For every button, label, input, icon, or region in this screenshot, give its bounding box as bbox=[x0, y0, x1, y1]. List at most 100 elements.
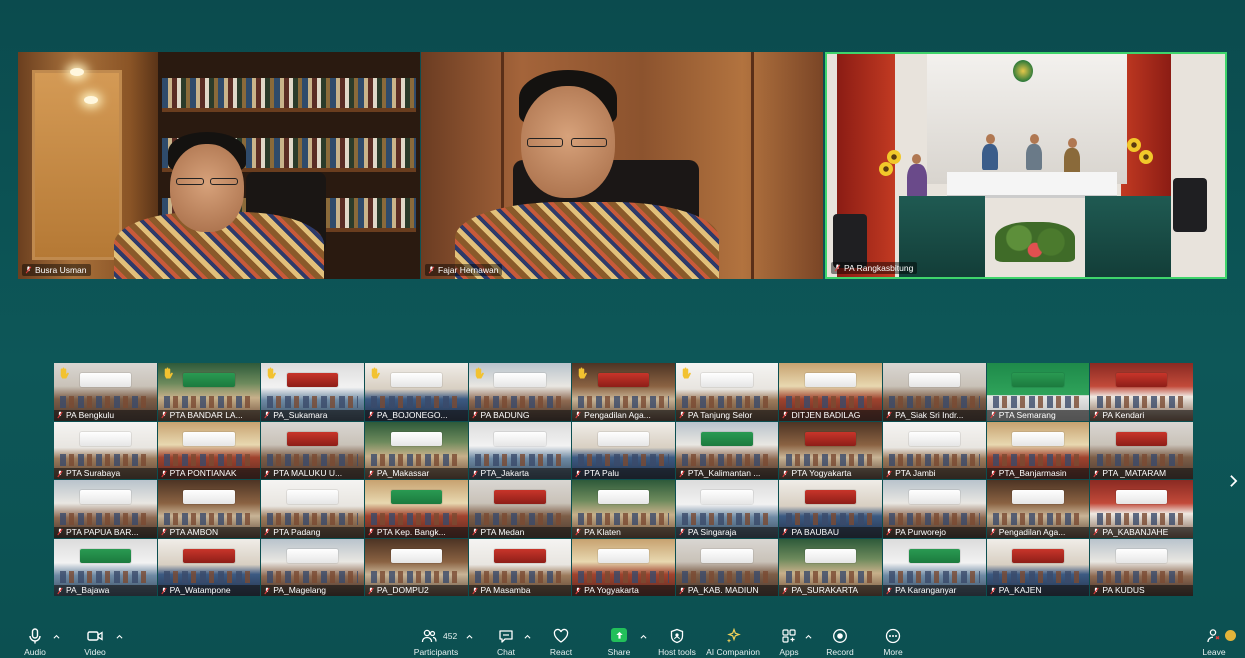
participant-tile[interactable]: PA_KABANJAHE bbox=[1090, 480, 1193, 538]
participant-tile[interactable]: PA Masamba bbox=[468, 538, 572, 596]
speaker-name-label: PA Rangkasbitung bbox=[831, 262, 918, 274]
participant-tile[interactable]: PA_Makassar bbox=[364, 421, 468, 479]
participant-tile[interactable]: PA_Watampone bbox=[157, 538, 261, 596]
tile-attendees bbox=[163, 571, 255, 583]
participant-tile[interactable]: PA Yogyakarta bbox=[572, 538, 675, 596]
participant-name: PA Kendari bbox=[1090, 409, 1193, 421]
tile-attendees bbox=[60, 454, 151, 466]
leave-icon bbox=[1207, 629, 1220, 643]
tile-attendees bbox=[163, 395, 255, 408]
participant-tile[interactable]: PTA Kep. Bangk... bbox=[364, 480, 468, 538]
participant-tile[interactable]: PA Tanjung Selor bbox=[675, 363, 779, 421]
participant-tile[interactable]: PA_DOMPU2 bbox=[364, 538, 468, 596]
tile-backdrop-banner bbox=[1012, 548, 1064, 563]
participants-button[interactable]: 452 Participants bbox=[403, 628, 469, 658]
participant-tile[interactable]: PTA BANDAR LA... bbox=[157, 363, 261, 421]
participant-tile[interactable]: PTA Padang bbox=[261, 480, 364, 538]
participant-tile[interactable]: PA Kendari bbox=[1090, 363, 1193, 421]
participant-tile[interactable]: PTA_Kalimantan ... bbox=[675, 421, 779, 479]
participant-tile[interactable]: PTA Surabaya bbox=[54, 421, 157, 479]
participant-tile[interactable]: PTA_Banjarmasin bbox=[986, 421, 1090, 479]
chat-label: Chat bbox=[497, 647, 515, 657]
participant-tile[interactable]: PA_Sukamara bbox=[261, 363, 364, 421]
participant-tile[interactable]: PA_Siak Sri Indr... bbox=[883, 363, 986, 421]
participant-tile[interactable]: PTA Medan bbox=[468, 480, 572, 538]
participant-tile[interactable]: PA KUDUS bbox=[1090, 538, 1193, 596]
host-tools-label: Host tools bbox=[658, 647, 696, 657]
tile-attendees bbox=[60, 395, 151, 408]
mic-muted-icon bbox=[264, 470, 270, 477]
participant-tile[interactable]: PTA Jambi bbox=[883, 421, 986, 479]
participant-tile[interactable]: PA_KAJEN bbox=[986, 538, 1090, 596]
participant-tile[interactable]: Pengadilan Aga... bbox=[986, 480, 1090, 538]
participant-tile[interactable]: PA_Bajawa bbox=[54, 538, 157, 596]
participant-tile[interactable]: PA_KAB. MADIUN bbox=[675, 538, 779, 596]
participant-tile[interactable]: PTA PONTIANAK bbox=[157, 421, 261, 479]
participant-tile[interactable]: PA Purworejo bbox=[883, 480, 986, 538]
video-options-caret-icon[interactable] bbox=[116, 633, 123, 640]
participant-tile[interactable]: PA Singaraja bbox=[675, 480, 779, 538]
tile-attendees bbox=[1096, 512, 1187, 525]
participant-name: PTA_Kalimantan ... bbox=[675, 468, 779, 479]
participants-options-caret-icon[interactable] bbox=[466, 633, 473, 640]
person-head bbox=[1030, 134, 1039, 144]
participant-name: Pengadilan Aga... bbox=[986, 526, 1090, 538]
more-button[interactable]: More bbox=[860, 628, 926, 658]
participant-tile[interactable]: PA Bengkulu bbox=[54, 363, 157, 421]
tile-attendees bbox=[992, 571, 1084, 583]
participant-tile[interactable]: PA Karanganyar bbox=[883, 538, 986, 596]
participant-tile[interactable]: PA Klaten bbox=[572, 480, 675, 538]
share-screen-icon bbox=[611, 628, 627, 642]
participants-count: 452 bbox=[443, 631, 458, 641]
tile-backdrop-banner bbox=[908, 373, 961, 387]
participant-tile[interactable]: PTA Palu bbox=[572, 421, 675, 479]
mic-muted-icon bbox=[57, 587, 63, 594]
ai-companion-label: AI Companion bbox=[706, 647, 760, 657]
participant-tile[interactable]: PA_SURAKARTA bbox=[779, 538, 883, 596]
person-head bbox=[1068, 138, 1077, 148]
participant-tile[interactable]: PTA Semarang bbox=[986, 363, 1090, 421]
participant-name: PTA BANDAR LA... bbox=[157, 409, 261, 421]
participant-name: PA_KAJEN bbox=[986, 585, 1090, 596]
mic-muted-icon bbox=[886, 411, 892, 419]
tile-attendees bbox=[992, 395, 1084, 408]
tile-backdrop-banner bbox=[908, 431, 961, 446]
participant-name: PTA Yogyakarta bbox=[779, 468, 883, 479]
tile-backdrop-banner bbox=[286, 490, 339, 504]
video-tile-busra-usman[interactable]: Busra Usman bbox=[18, 52, 420, 279]
participant-tile[interactable]: PA_BOJONEGO... bbox=[364, 363, 468, 421]
participant-tile[interactable]: Pengadilan Aga... bbox=[572, 363, 675, 421]
sunflower-icon bbox=[1127, 138, 1141, 152]
participant-tile[interactable]: PTA Yogyakarta bbox=[779, 421, 883, 479]
tile-attendees bbox=[267, 571, 358, 583]
meeting-toolbar: Audio Video 452 Participants Chat React bbox=[0, 622, 1245, 658]
tile-backdrop-banner bbox=[805, 431, 857, 446]
tile-attendees bbox=[889, 571, 980, 583]
mic-muted-icon bbox=[886, 528, 892, 536]
video-tile-pa-rangkasbitung[interactable]: PA Rangkasbitung bbox=[825, 52, 1227, 279]
mic-muted-icon bbox=[990, 528, 996, 536]
react-button[interactable]: React bbox=[528, 628, 594, 658]
heart-icon bbox=[553, 628, 569, 643]
scene-book-row bbox=[162, 78, 416, 112]
participant-tile[interactable]: PTA AMBON bbox=[157, 480, 261, 538]
participant-tile[interactable]: PTA_Jakarta bbox=[468, 421, 572, 479]
participant-tile[interactable]: PTA _MATARAM bbox=[1090, 421, 1193, 479]
participant-tile[interactable]: PA BADUNG bbox=[468, 363, 572, 421]
participant-name: PTA_Banjarmasin bbox=[986, 468, 1090, 479]
participant-name: PTA PONTIANAK bbox=[157, 468, 261, 479]
mic-muted-icon bbox=[834, 264, 841, 272]
tile-backdrop-banner bbox=[79, 373, 131, 387]
participant-tile[interactable]: DITJEN BADILAG bbox=[779, 363, 883, 421]
tile-backdrop-banner bbox=[286, 373, 339, 387]
participant-tile[interactable]: PA BAUBAU bbox=[779, 480, 883, 538]
audio-options-caret-icon[interactable] bbox=[53, 633, 60, 640]
participant-tile[interactable]: PA_Magelang bbox=[261, 538, 364, 596]
participant-name: PA_Watampone bbox=[157, 585, 261, 596]
tile-attendees bbox=[578, 571, 669, 583]
apps-grid-icon bbox=[782, 629, 796, 643]
participant-tile[interactable]: PTA MALUKU U... bbox=[261, 421, 364, 479]
participant-tile[interactable]: PTA PAPUA BAR... bbox=[54, 480, 157, 538]
next-page-button[interactable] bbox=[1226, 472, 1240, 490]
video-tile-fajar-hernawan[interactable]: Fajar Hernawan bbox=[421, 52, 823, 279]
